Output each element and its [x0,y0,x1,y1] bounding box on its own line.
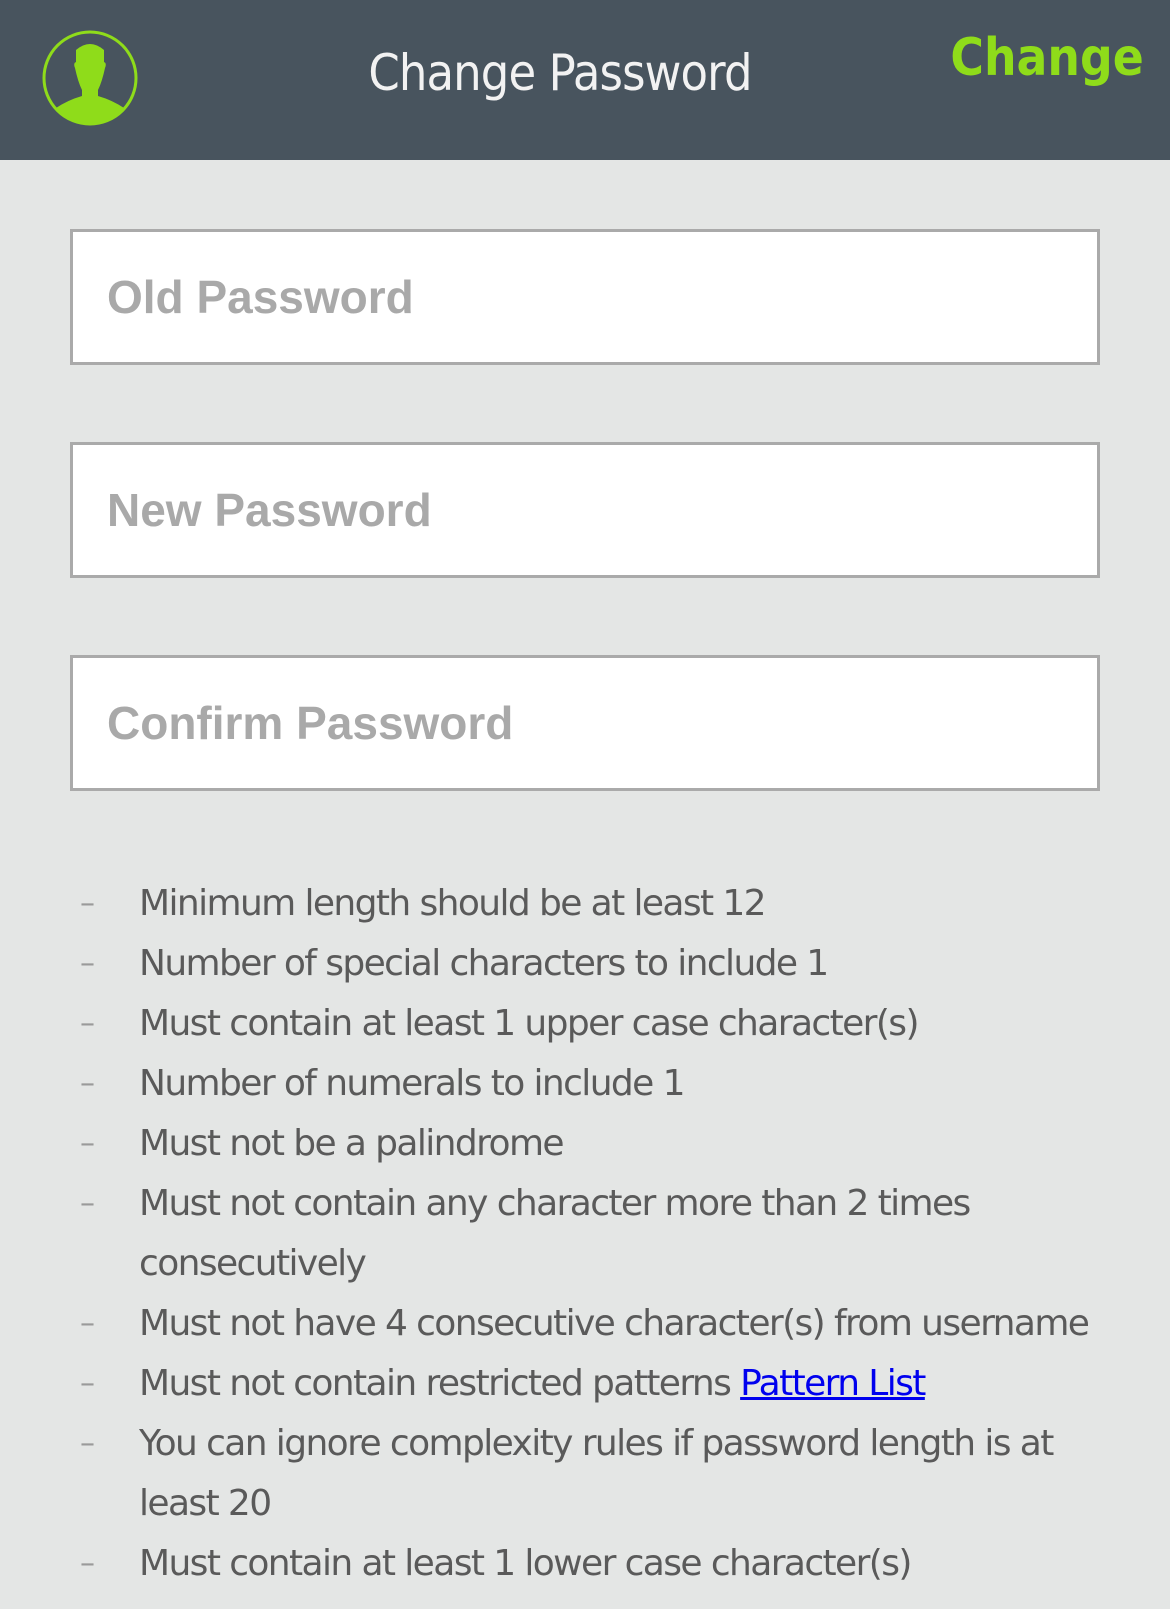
page-title: Change Password [368,44,752,102]
rule-text-with-link: Must not contain restricted patterns Pat… [139,1354,1120,1414]
dash-bullet-icon: – [80,1306,95,1341]
old-password-input[interactable] [107,232,1097,362]
dash-bullet-icon: – [80,1366,95,1401]
rule-item: – Number of special characters to include… [80,934,1120,994]
old-password-field[interactable] [70,229,1100,365]
rule-item: – Must contain at least 1 lower case char… [80,1534,1120,1594]
rule-item: – Must not be a palindrome [80,1114,1120,1174]
rule-item: – Must contain at least 1 upper case char… [80,994,1120,1054]
new-password-input[interactable] [107,445,1097,575]
rule-text: Number of numerals to include 1 [139,1063,685,1104]
dash-bullet-icon: – [80,1546,95,1581]
new-password-field[interactable] [70,442,1100,578]
password-rules-list: – Minimum length should be at least 12 – N… [80,874,1120,1594]
rule-text: Must not be a palindrome [139,1123,565,1164]
rule-text: Must contain at least 1 lower case chara… [139,1543,912,1584]
rule-text: You can ignore complexity rules if passw… [139,1423,1054,1524]
confirm-password-input[interactable] [107,658,1097,788]
header-bar: Change Password Change [0,0,1170,160]
change-button[interactable]: Change [951,28,1144,88]
dash-bullet-icon: – [80,886,95,921]
rule-item: – Must not contain restricted patterns Pa… [80,1354,1120,1414]
rule-text: Must contain at least 1 upper case chara… [139,1003,920,1044]
dash-bullet-icon: – [80,1126,95,1161]
dash-bullet-icon: – [80,1066,95,1101]
rule-item: – Must not contain any character more tha… [80,1174,1120,1294]
dash-bullet-icon: – [80,1426,95,1461]
rule-item: – Minimum length should be at least 12 [80,874,1120,934]
rule-item: – Number of numerals to include 1 [80,1054,1120,1114]
dash-bullet-icon: – [80,946,95,981]
dash-bullet-icon: – [80,1006,95,1041]
pattern-list-link[interactable]: Pattern List [740,1363,926,1404]
rule-text: Number of special characters to include … [139,943,829,984]
rule-text: Must not contain restricted patterns [139,1363,741,1404]
rule-item: – You can ignore complexity rules if pass… [80,1414,1120,1534]
dash-bullet-icon: – [80,1186,95,1221]
rule-text: Minimum length should be at least 12 [139,883,767,924]
rule-item: – Must not have 4 consecutive character(s… [80,1294,1120,1354]
confirm-password-field[interactable] [70,655,1100,791]
rule-text: Must not have 4 consecutive character(s)… [139,1303,1090,1344]
rule-text: Must not contain any character more than… [139,1183,971,1284]
